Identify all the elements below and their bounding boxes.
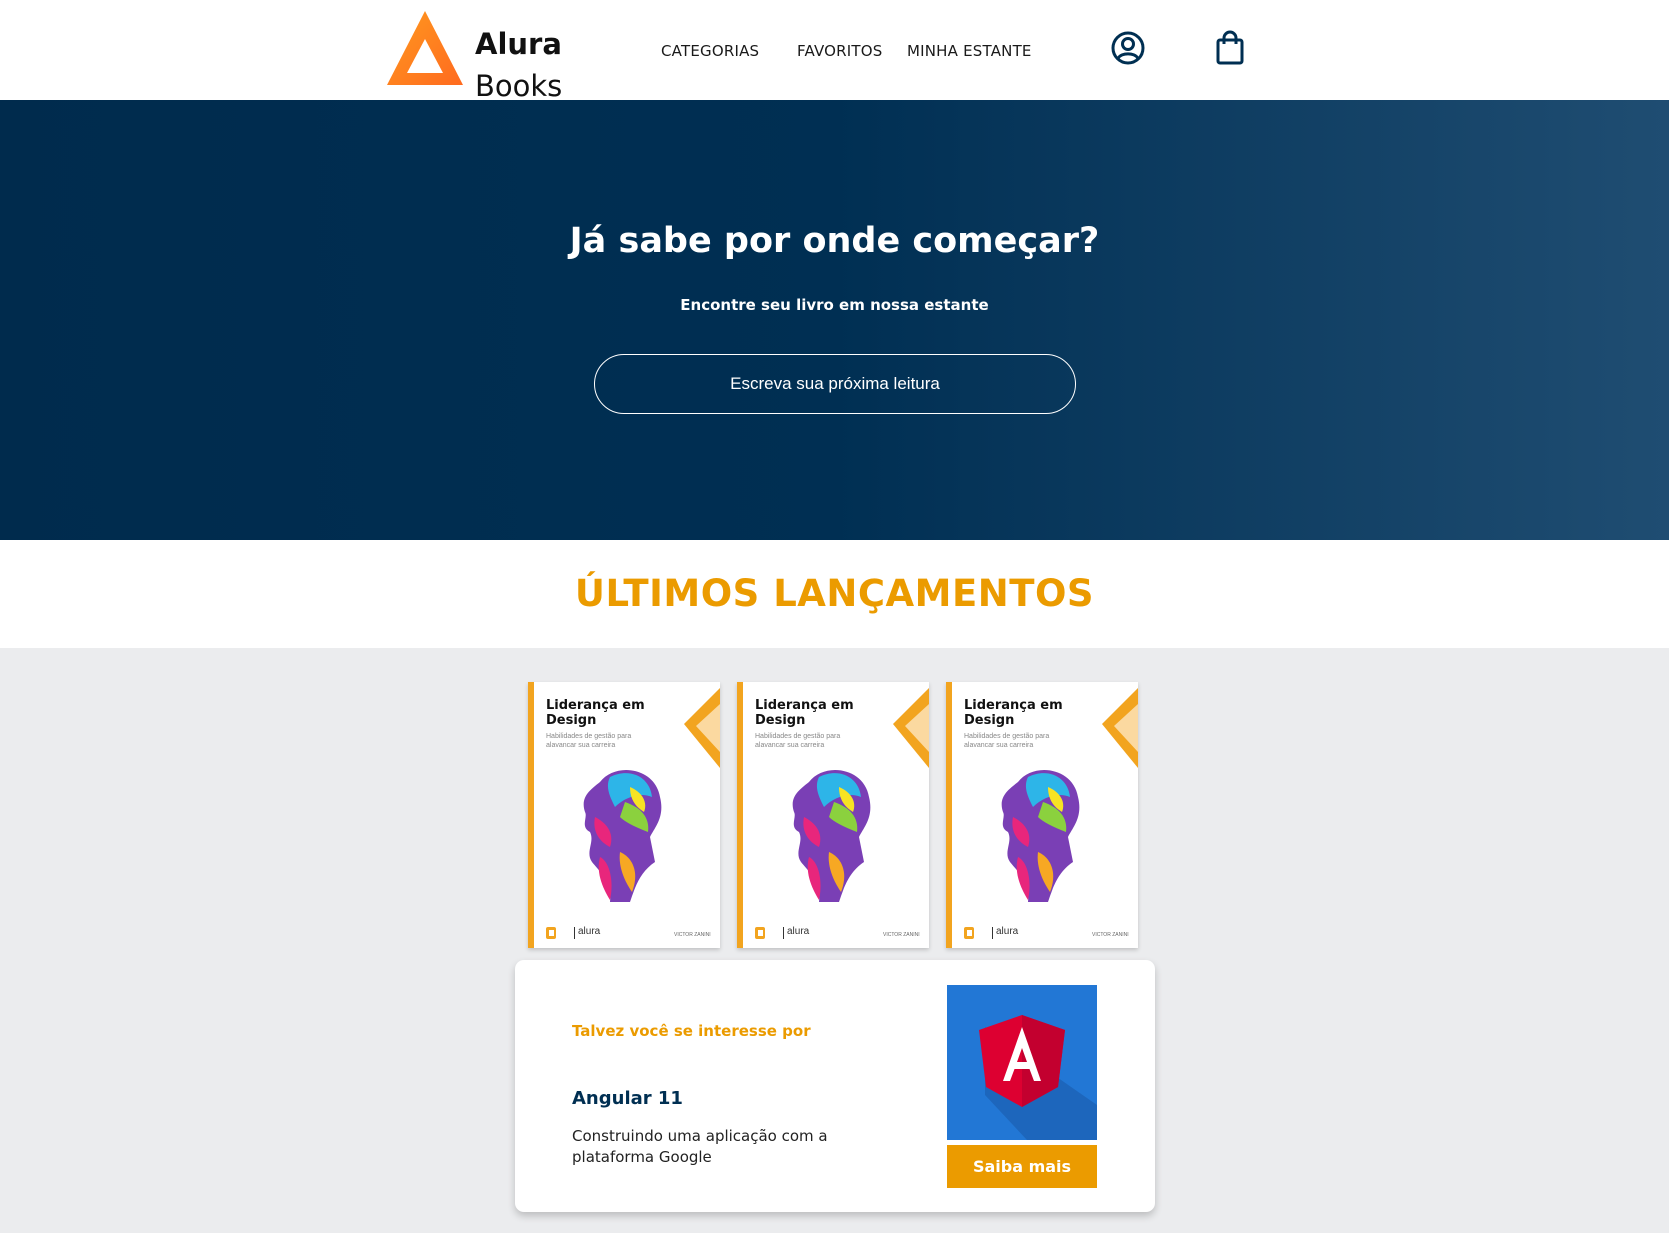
- colorful-head-illustration: [792, 770, 871, 902]
- recommendation-card: Talvez você se interesse por Angular 11 …: [515, 960, 1155, 1212]
- book-corner-decoration: [1102, 688, 1138, 768]
- recommendation-label: Talvez você se interesse por: [572, 1022, 811, 1040]
- colorful-head-illustration: [583, 770, 662, 902]
- releases-header: ÚLTIMOS LANÇAMENTOS: [0, 540, 1669, 648]
- nav-favoritos[interactable]: FAVORITOS: [797, 42, 883, 60]
- releases-title: ÚLTIMOS LANÇAMENTOS: [574, 572, 1095, 615]
- recommendation-description: Construindo uma aplicação com a platafor…: [572, 1127, 828, 1166]
- logo-text-alura[interactable]: Alura: [475, 30, 562, 59]
- search-input[interactable]: [594, 354, 1076, 414]
- nav-categorias[interactable]: CATEGORIAS: [661, 42, 759, 60]
- publisher-name: alura: [787, 926, 810, 937]
- book-card[interactable]: Liderança em Design Habilidades de gestã…: [946, 682, 1138, 948]
- logo-text-books[interactable]: Books: [475, 72, 562, 101]
- publisher-name: alura: [996, 926, 1019, 937]
- book-title: Liderança em Design: [546, 698, 645, 728]
- book-corner-decoration: [684, 688, 720, 768]
- publisher-name: alura: [578, 926, 601, 937]
- book-spine: [528, 682, 534, 948]
- book-card[interactable]: Liderança em Design Habilidades de gestã…: [528, 682, 720, 948]
- site-header: Alura Books CATEGORIAS FAVORITOS MINHA E…: [0, 0, 1669, 101]
- book-spine: [737, 682, 743, 948]
- shopping-bag-icon[interactable]: [1212, 30, 1248, 66]
- nav-minha-estante[interactable]: MINHA ESTANTE: [907, 42, 1032, 60]
- book-corner-decoration: [893, 688, 929, 768]
- user-profile-icon[interactable]: [1110, 30, 1146, 66]
- book-spine: [946, 682, 952, 948]
- book-card[interactable]: Liderança em Design Habilidades de gestã…: [737, 682, 929, 948]
- book-subtitle: Habilidades de gestão para alavancar sua…: [755, 733, 841, 749]
- saiba-mais-button[interactable]: Saiba mais: [947, 1145, 1097, 1188]
- colorful-head-illustration: [1001, 770, 1080, 902]
- recommendation-title: Angular 11: [572, 1088, 683, 1109]
- book-subtitle: Habilidades de gestão para alavancar sua…: [964, 733, 1050, 749]
- book-author: VICTOR ZANINI: [674, 932, 711, 938]
- angular-book-cover[interactable]: [947, 985, 1097, 1140]
- alura-logo-icon[interactable]: [385, 9, 465, 89]
- hero-banner: Já sabe por onde começar? Encontre seu l…: [0, 100, 1669, 540]
- book-title: Liderança em Design: [755, 698, 854, 728]
- book-title: Liderança em Design: [964, 698, 1063, 728]
- hero-subtitle: Encontre seu livro em nossa estante: [680, 296, 989, 314]
- hero-title: Já sabe por onde começar?: [569, 221, 1100, 261]
- book-author: VICTOR ZANINI: [883, 932, 920, 938]
- book-subtitle: Habilidades de gestão para alavancar sua…: [546, 733, 632, 749]
- angular-logo-icon: [979, 1015, 1097, 1140]
- book-author: VICTOR ZANINI: [1092, 932, 1129, 938]
